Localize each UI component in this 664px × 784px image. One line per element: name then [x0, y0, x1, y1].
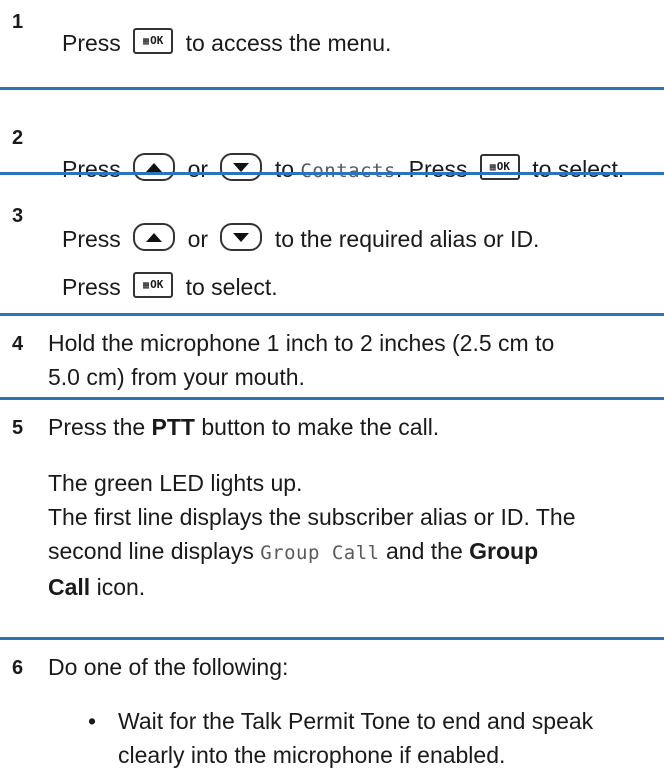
step-text: Press ▦ OK to access the menu.	[62, 26, 662, 60]
divider	[0, 637, 664, 640]
step-number: 6	[12, 657, 24, 679]
step-text: Press or to Contacts. Press ▦ OK to selec…	[62, 152, 662, 188]
menu-item-contacts: Contacts	[300, 160, 396, 182]
ptt-label: PTT	[151, 414, 195, 440]
bullet-icon: •	[88, 708, 97, 734]
divider	[0, 397, 664, 400]
bullet-item: • Wait for the Talk Permit Tone to end a…	[48, 704, 648, 784]
up-arrow-key-icon	[133, 152, 176, 181]
step-number: 5	[12, 417, 24, 439]
menu-ok-key-icon: ▦ OK	[133, 27, 174, 54]
step-result: The green LED lights up. The first line …	[48, 470, 576, 600]
down-arrow-key-icon	[220, 222, 263, 251]
down-arrow-key-icon	[220, 152, 263, 181]
step-text: Press ▦ OK to select.	[62, 270, 662, 304]
divider	[0, 172, 664, 175]
step-text: Press the PTT button to make the call.	[48, 414, 440, 440]
divider	[0, 87, 664, 90]
menu-ok-key-icon: ▦ OK	[133, 271, 174, 298]
step-text: Press or to the required alias or ID.	[62, 222, 662, 256]
menu-ok-key-icon: ▦ OK	[479, 153, 520, 180]
step-text: Hold the microphone 1 inch to 2 inches (…	[48, 330, 555, 390]
step-text: Do one of the following:	[48, 654, 289, 680]
step-number: 2	[12, 127, 24, 149]
step-number: 1	[12, 11, 24, 33]
up-arrow-key-icon	[133, 222, 176, 251]
display-group-call: Group Call	[260, 542, 380, 564]
step-number: 4	[12, 333, 24, 355]
divider	[0, 313, 664, 316]
step-number: 3	[12, 205, 24, 227]
